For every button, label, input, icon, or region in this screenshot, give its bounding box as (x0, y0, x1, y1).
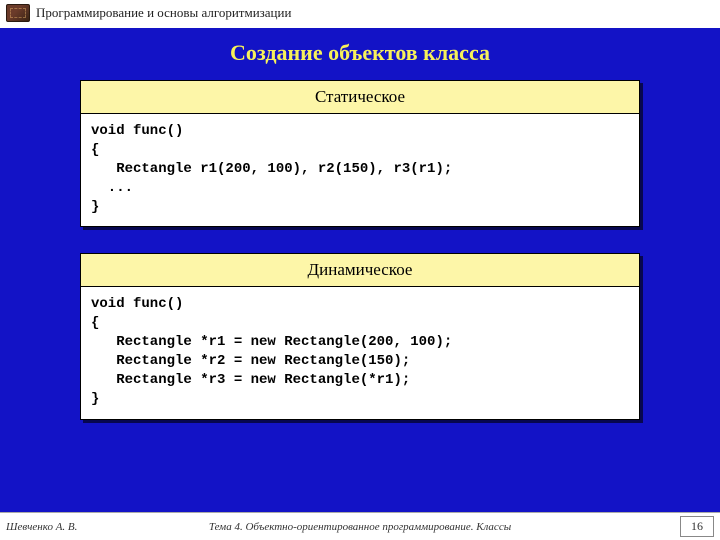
static-creation-box: Статическое void func() { Rectangle r1(2… (80, 80, 640, 227)
slide-title: Создание объектов класса (40, 40, 680, 66)
dynamic-box-header: Динамическое (80, 253, 640, 286)
footer-topic: Тема 4. Объектно-ориентированное програм… (209, 521, 511, 533)
static-code-block: void func() { Rectangle r1(200, 100), r2… (80, 113, 640, 227)
dynamic-creation-box: Динамическое void func() { Rectangle *r1… (80, 253, 640, 419)
course-title: Программирование и основы алгоритмизации (36, 5, 291, 21)
footer-bar: Шевченко А. В. Тема 4. Объектно-ориентир… (0, 512, 720, 540)
header-bar: Программирование и основы алгоритмизации (0, 0, 720, 28)
static-box-header: Статическое (80, 80, 640, 113)
footer-author: Шевченко А. В. (6, 521, 126, 533)
page-number: 16 (680, 516, 714, 537)
dynamic-code-block: void func() { Rectangle *r1 = new Rectan… (80, 286, 640, 419)
logo-icon (6, 4, 30, 22)
slide-body: Создание объектов класса Статическое voi… (0, 28, 720, 512)
